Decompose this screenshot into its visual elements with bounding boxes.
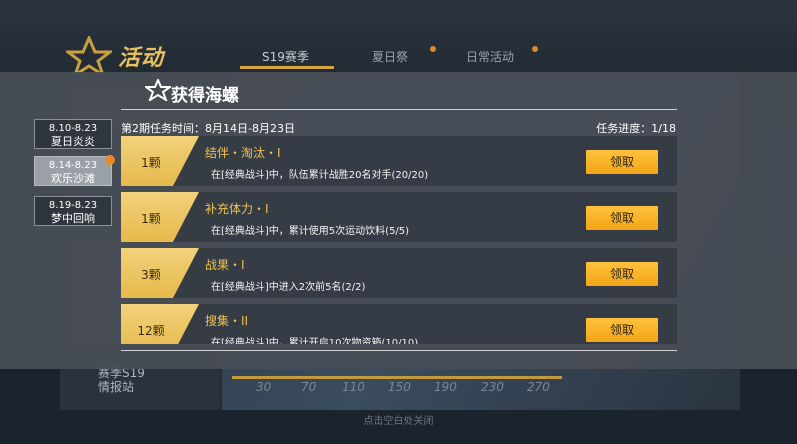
progress-track [232, 376, 562, 379]
tab-s19-season[interactable]: S19赛季 [262, 48, 309, 65]
sidebar-item-intel[interactable]: 赛季S19 情报站 [98, 366, 145, 394]
axis-tick: 30 [256, 380, 272, 394]
axis-tick: 190 [434, 380, 457, 394]
axis-tick: 70 [301, 380, 317, 394]
claim-button[interactable]: 领取 [586, 206, 658, 230]
period-tab-3[interactable]: 8.19-8.23 梦中回响 [34, 196, 112, 226]
task-name: 战果・I [205, 258, 245, 272]
tab-summer-festival[interactable]: 夏日祭 [372, 48, 408, 65]
period-name: 欢乐沙滩 [51, 172, 95, 185]
task-row: 12颗 搜集・II 在[经典战斗]中，累计开启10次物资箱(10/10) 领取 [121, 304, 677, 344]
period-name: 梦中回响 [51, 212, 95, 225]
notice-dot [532, 46, 538, 52]
claim-button[interactable]: 领取 [586, 150, 658, 174]
period-tab-2[interactable]: 8.14-8.23 欢乐沙滩 [34, 156, 112, 186]
period-dates: 8.19-8.23 [48, 200, 98, 211]
divider [121, 350, 677, 351]
task-name: 结伴・淘汰・I [205, 146, 281, 160]
tab-daily-activity[interactable]: 日常活动 [466, 48, 514, 65]
axis-tick: 270 [527, 380, 550, 394]
close-hint[interactable]: 点击空白处关闭 [0, 412, 797, 427]
task-list[interactable]: 1颗 结伴・淘汰・I 在[经典战斗]中，队伍累计战胜20名对手(20/20) 领… [121, 136, 677, 344]
divider [121, 109, 677, 110]
task-name: 搜集・II [205, 314, 249, 328]
task-row: 3颗 战果・I 在[经典战斗]中进入2次前5名(2/2) 领取 [121, 248, 677, 298]
period-dates: 8.14-8.23 [48, 160, 98, 171]
modal-title: 获得海螺 [171, 86, 239, 106]
period-tab-1[interactable]: 8.10-8.23 夏日炎炎 [34, 119, 112, 149]
period-name: 夏日炎炎 [51, 135, 95, 148]
reward-count-badge: 1颗 [121, 192, 199, 242]
task-row: 1颗 补充体力・I 在[经典战斗]中，累计使用5次运动饮料(5/5) 领取 [121, 192, 677, 242]
intel-line2: 情报站 [98, 380, 135, 394]
reward-count-badge: 12颗 [121, 304, 199, 344]
axis-tick: 110 [342, 380, 365, 394]
task-progress: 任务进度：1/18 [596, 122, 676, 135]
tab-underline [240, 66, 334, 69]
notice-dot [105, 155, 115, 165]
axis-tick: 230 [481, 380, 504, 394]
reward-count-badge: 3颗 [121, 248, 199, 298]
axis-tick: 150 [388, 380, 411, 394]
star-logo-icon [145, 79, 171, 101]
activity-logo-icon [66, 36, 112, 76]
claim-button[interactable]: 领取 [586, 318, 658, 342]
period-time: 第2期任务时间：8月14日-8月23日 [121, 122, 295, 135]
task-row: 1颗 结伴・淘汰・I 在[经典战斗]中，队伍累计战胜20名对手(20/20) 领… [121, 136, 677, 186]
period-dates: 8.10-8.23 [48, 123, 98, 134]
task-description: 在[经典战斗]中，累计开启10次物资箱(10/10) [211, 338, 419, 344]
background-title: 活动 [118, 46, 165, 71]
task-description: 在[经典战斗]中进入2次前5名(2/2) [211, 282, 366, 293]
notice-dot [430, 46, 436, 52]
task-name: 补充体力・I [205, 202, 269, 216]
task-description: 在[经典战斗]中，队伍累计战胜20名对手(20/20) [211, 170, 429, 181]
reward-count-badge: 1颗 [121, 136, 199, 186]
task-description: 在[经典战斗]中，累计使用5次运动饮料(5/5) [211, 226, 410, 237]
claim-button[interactable]: 领取 [586, 262, 658, 286]
